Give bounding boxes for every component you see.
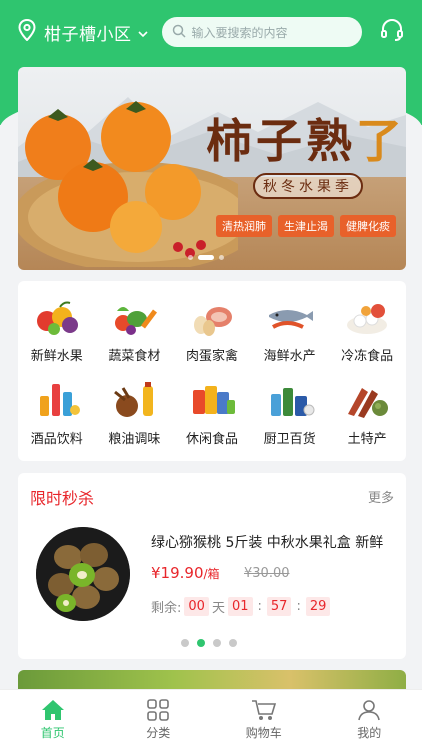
banner-pagination <box>188 255 224 260</box>
pagination-dot[interactable] <box>229 639 237 647</box>
category-meat[interactable]: 肉蛋家禽 <box>173 289 251 372</box>
category-grain-oil[interactable]: 粮油调味 <box>96 372 174 455</box>
location-selector[interactable]: 柑子槽小区 <box>18 18 148 45</box>
tab-label: 购物车 <box>245 726 282 740</box>
category-label: 粮油调味 <box>108 432 161 447</box>
flash-sale-section: 限时秒杀 更多 绿心猕猴桃 5斤装 中秋水果礼盒 新鲜 ¥19.90/箱 ¥30… <box>18 473 406 659</box>
headset-icon <box>380 19 404 46</box>
secondary-promo-banner[interactable] <box>18 670 406 690</box>
category-local-specialty[interactable]: 土特产 <box>328 372 406 455</box>
tab-label: 首页 <box>40 726 65 740</box>
category-frozen[interactable]: 冷冻食品 <box>328 289 406 372</box>
chevron-down-icon <box>137 23 148 42</box>
tab-cart[interactable]: 购物车 <box>211 690 317 750</box>
countdown-days: 00 <box>184 597 209 616</box>
user-icon <box>358 700 381 721</box>
fruit-icon <box>36 301 78 335</box>
category-grid: 新鲜水果 蔬菜食材 肉蛋家禽 海鲜水产 冷冻食品 酒品饮料 粮油调味 休闲食品 … <box>18 281 406 461</box>
search-placeholder: 输入要搜索的内容 <box>191 25 288 40</box>
drinks-icon <box>39 384 80 416</box>
tab-label: 我的 <box>357 726 382 740</box>
search-icon <box>172 23 186 42</box>
location-pin-icon <box>18 18 36 45</box>
category-label: 肉蛋家禽 <box>185 349 238 364</box>
product-name[interactable]: 绿心猕猴桃 5斤装 中秋水果礼盒 新鲜 <box>151 532 396 552</box>
pagination-dot[interactable] <box>213 639 221 647</box>
location-name: 柑子槽小区 <box>44 24 132 45</box>
seafood-icon <box>268 310 313 329</box>
banner-tag: 健脾化痰 <box>340 215 396 237</box>
category-label: 冷冻食品 <box>341 349 394 364</box>
category-snacks[interactable]: 休闲食品 <box>173 372 251 455</box>
local-specialty-icon <box>348 388 389 418</box>
banner-dot[interactable] <box>219 255 224 260</box>
countdown-label: 剩余: <box>151 601 182 616</box>
kiwi-image <box>36 527 130 621</box>
home-icon <box>41 700 64 720</box>
tab-profile[interactable]: 我的 <box>317 690 422 750</box>
grid-icon <box>147 699 170 721</box>
pagination-dot-active[interactable] <box>197 639 205 647</box>
product-price: ¥19.90/箱 <box>151 564 220 582</box>
persimmon-image <box>18 101 238 267</box>
countdown-separator: : <box>257 599 262 614</box>
pagination-dot[interactable] <box>181 639 189 647</box>
search-input[interactable]: 输入要搜索的内容 <box>161 17 362 47</box>
countdown-separator: : <box>296 599 301 614</box>
meat-icon <box>193 307 232 336</box>
flash-sale-more-link[interactable]: 更多 <box>368 487 394 506</box>
cart-icon <box>251 700 276 720</box>
tab-label: 分类 <box>146 726 171 740</box>
vegetable-icon <box>115 307 158 335</box>
category-kitchen-goods[interactable]: 厨卫百货 <box>251 372 329 455</box>
countdown-hours: 01 <box>227 597 253 616</box>
promo-banner[interactable]: 柿子熟了 秋冬水果季 清热润肺 生津止渴 健脾化痰 <box>18 67 406 270</box>
product-image[interactable] <box>36 527 130 621</box>
tab-home[interactable]: 首页 <box>0 690 106 750</box>
flash-sale-title: 限时秒杀 <box>30 489 95 508</box>
category-label: 酒品饮料 <box>30 432 83 447</box>
countdown-minutes: 57 <box>266 597 292 616</box>
banner-title: 柿子熟了 <box>206 114 406 168</box>
category-label: 海鲜水产 <box>263 349 316 364</box>
flash-sale-pagination <box>181 639 237 647</box>
category-label: 新鲜水果 <box>30 349 83 364</box>
bottom-tab-bar: 首页 分类 购物车 我的 <box>0 689 422 750</box>
tab-category[interactable]: 分类 <box>106 690 212 750</box>
banner-tag: 生津止渴 <box>278 215 334 237</box>
category-drinks[interactable]: 酒品饮料 <box>18 372 96 455</box>
banner-tag: 清热润肺 <box>216 215 272 237</box>
kitchen-goods-icon <box>270 388 315 416</box>
banner-dot[interactable] <box>188 255 193 260</box>
countdown-days-unit: 天 <box>211 601 225 616</box>
banner-tags: 清热润肺 生津止渴 健脾化痰 <box>216 215 396 237</box>
grain-oil-icon <box>114 382 154 417</box>
banner-subtitle: 秋冬水果季 <box>253 173 363 199</box>
category-label: 土特产 <box>347 432 387 447</box>
customer-service-button[interactable] <box>380 18 404 46</box>
countdown-timer: 剩余: 00 天 01 : 57 : 29 <box>151 597 333 616</box>
category-fruit[interactable]: 新鲜水果 <box>18 289 96 372</box>
frozen-food-icon <box>347 304 388 334</box>
product-original-price: ¥30.00 <box>244 566 290 581</box>
category-seafood[interactable]: 海鲜水产 <box>251 289 329 372</box>
top-bar: 柑子槽小区 输入要搜索的内容 <box>0 14 422 50</box>
category-label: 蔬菜食材 <box>108 349 161 364</box>
category-label: 休闲食品 <box>185 432 238 447</box>
banner-dot-active[interactable] <box>198 255 214 260</box>
category-vegetable[interactable]: 蔬菜食材 <box>96 289 174 372</box>
snacks-icon <box>192 386 235 414</box>
countdown-seconds: 29 <box>305 597 331 616</box>
category-label: 厨卫百货 <box>263 432 316 447</box>
